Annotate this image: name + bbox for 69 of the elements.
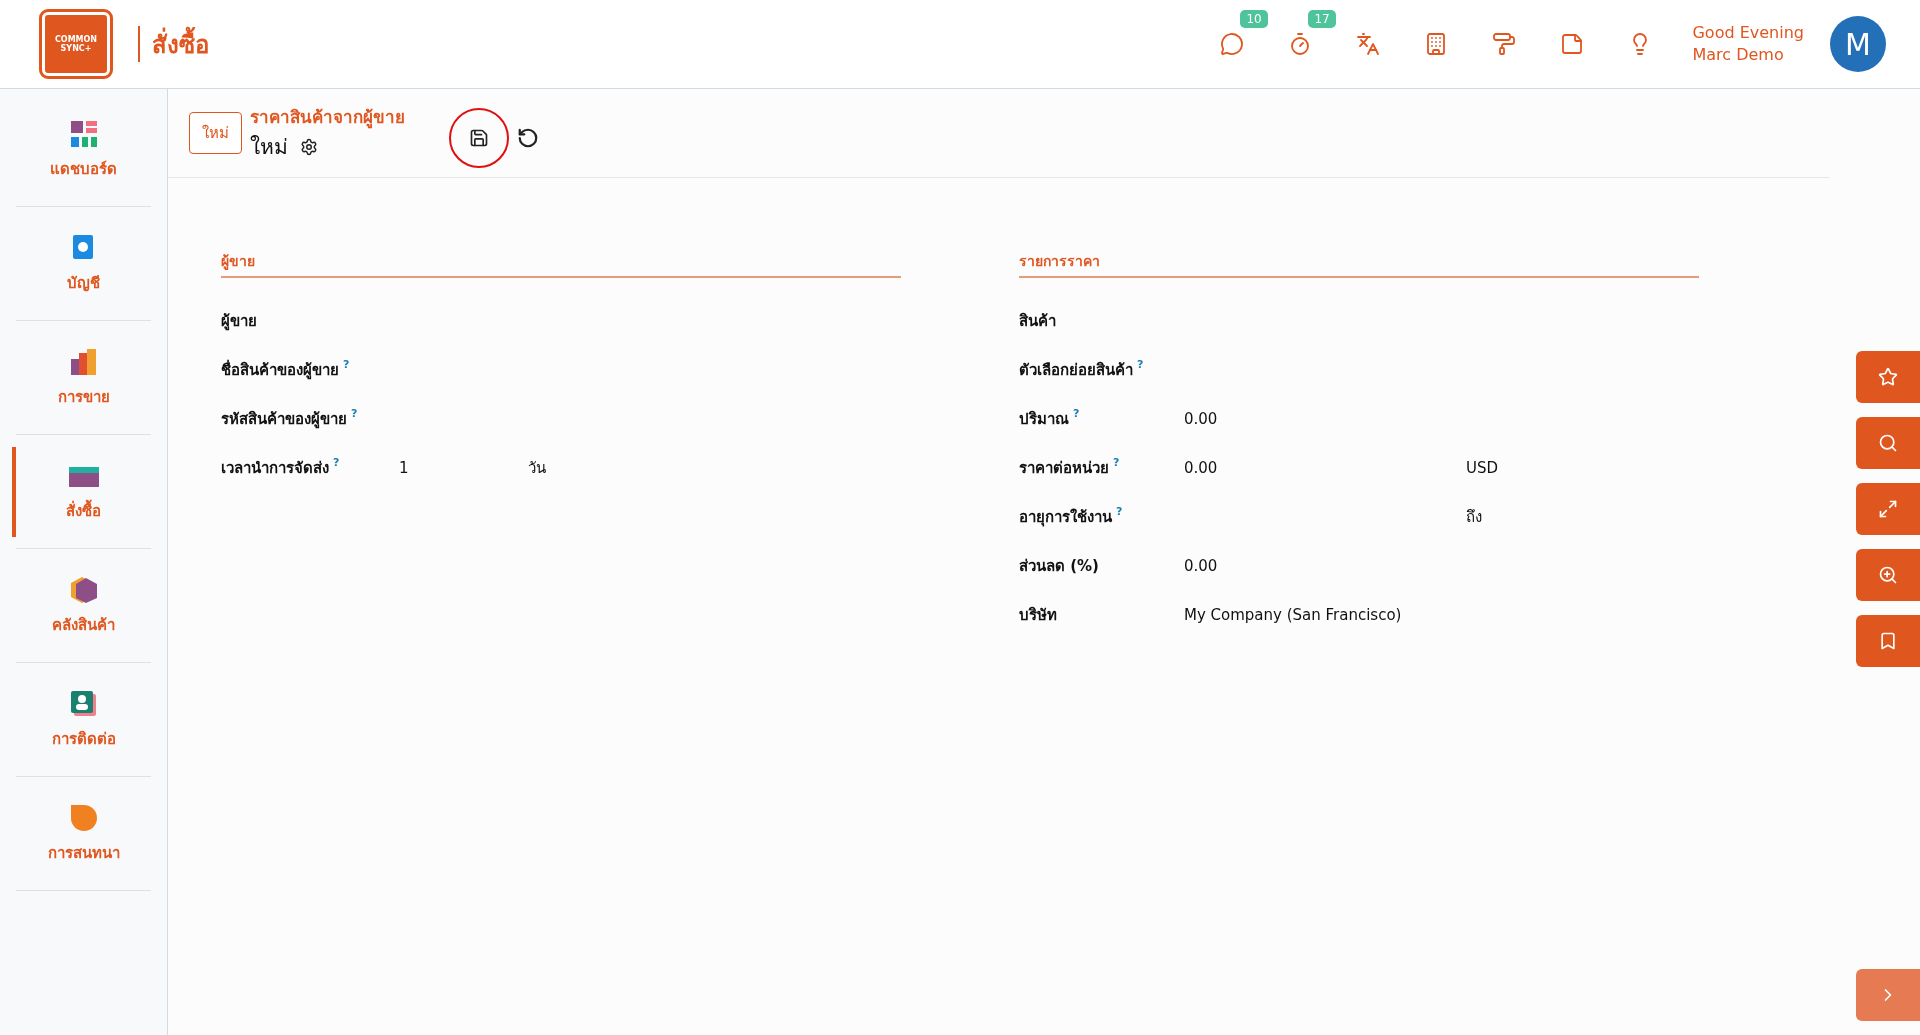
module-icon [68, 802, 99, 833]
help-mark[interactable]: ? [1137, 357, 1144, 382]
module-icon [68, 574, 99, 605]
field-suffix: ถึง [1466, 507, 1482, 526]
expand-button[interactable] [1856, 483, 1920, 535]
undo-icon [517, 127, 539, 149]
field-value[interactable]: My Company (San Francisco) [1184, 605, 1402, 624]
sidebar-item[interactable]: การขาย [16, 321, 151, 435]
translate-icon[interactable] [1356, 32, 1381, 56]
expand-icon [1878, 499, 1898, 519]
user-name: Marc Demo [1692, 44, 1785, 66]
favorite-button[interactable] [1856, 351, 1920, 403]
new-button[interactable]: ใหม่ [189, 112, 242, 154]
sidebar-item[interactable]: การติดต่อ [16, 663, 151, 777]
field-label: ปริมาณ [1019, 408, 1069, 430]
field-value[interactable]: 0.00 [1184, 458, 1218, 477]
help-mark[interactable]: ? [1073, 406, 1080, 431]
field-label: เวลานำการจัดส่ง [221, 457, 329, 479]
star-icon [1878, 367, 1898, 387]
field-suffix: วัน [528, 458, 546, 477]
search-icon [1878, 433, 1898, 453]
sidebar-item[interactable]: การสนทนา [16, 777, 151, 891]
field-value[interactable]: 1 [399, 458, 409, 477]
breadcrumb-link[interactable]: ราคาสินค้าจากผู้ขาย [250, 103, 405, 130]
bookmark-button[interactable] [1856, 615, 1920, 667]
section-title: ผู้ขาย [221, 250, 901, 278]
help-mark[interactable]: ? [1113, 455, 1120, 480]
zoom-in-icon [1878, 565, 1898, 585]
module-icon [68, 346, 99, 377]
paint-roller-icon[interactable] [1492, 32, 1517, 56]
chat-icon[interactable] [1220, 32, 1245, 56]
sidebar-item[interactable]: สั่งซื้อ [16, 435, 151, 549]
field-label: ชื่อสินค้าของผู้ขาย [221, 358, 339, 382]
section-title: รายการราคา [1019, 250, 1699, 278]
module-icon [68, 688, 99, 719]
help-mark[interactable]: ? [1116, 504, 1123, 529]
field-label: ผู้ขาย [221, 310, 257, 333]
field-label: ตัวเลือกย่อยสินค้า [1019, 359, 1133, 381]
search-button[interactable] [1856, 417, 1920, 469]
help-mark[interactable]: ? [351, 406, 358, 431]
count-badge: 17 [1308, 10, 1336, 28]
greeting: Good Evening [1692, 22, 1804, 44]
field-value[interactable]: 0.00 [1184, 556, 1218, 575]
field-label: ส่วนลด (%) [1019, 555, 1099, 577]
help-mark[interactable]: ? [343, 357, 350, 382]
field-suffix: USD [1466, 458, 1499, 477]
field-label: บริษัท [1019, 604, 1057, 626]
field-label: รหัสสินค้าของผู้ขาย [221, 408, 347, 431]
save-button[interactable] [449, 108, 509, 168]
bookmark-icon [1878, 631, 1898, 651]
field-label: อายุการใช้งาน [1019, 506, 1112, 529]
save-icon [469, 128, 489, 148]
app-title: สั่งซื้อ [152, 24, 209, 64]
field-label: ราคาต่อหน่วย [1019, 457, 1109, 479]
discard-button[interactable] [517, 127, 539, 149]
zoom-button[interactable] [1856, 549, 1920, 601]
count-badge: 10 [1240, 10, 1268, 28]
sidebar-item[interactable]: บัญชี [16, 207, 151, 321]
settings-icon[interactable] [300, 137, 318, 156]
logo: COMMON SYNC+ [42, 12, 110, 76]
field-value[interactable]: 0.00 [1184, 409, 1218, 428]
record-title: ใหม่ [250, 134, 288, 161]
sidebar-item[interactable]: คลังสินค้า [16, 549, 151, 663]
module-icon [68, 118, 99, 149]
help-mark[interactable]: ? [333, 455, 340, 480]
field-label: สินค้า [1019, 310, 1056, 332]
note-icon[interactable] [1560, 32, 1585, 56]
sidebar-item[interactable]: แดชบอร์ด [16, 93, 151, 207]
user-avatar[interactable]: M [1830, 16, 1886, 72]
